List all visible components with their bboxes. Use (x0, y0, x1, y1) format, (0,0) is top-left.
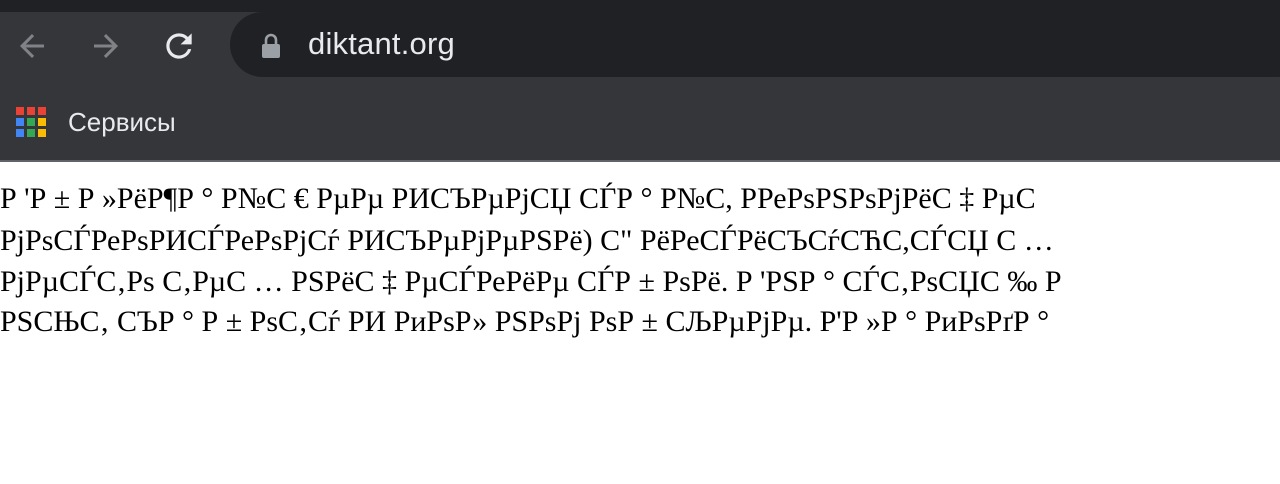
address-bar[interactable]: diktant.org (230, 12, 1280, 77)
tab-strip (0, 0, 1280, 12)
reload-button[interactable] (159, 26, 199, 66)
url-text[interactable]: diktant.org (308, 26, 455, 62)
bookmarks-bar: Сервисы (0, 90, 1280, 158)
garbled-text-line: РјРѕСЃРеРѕРИСЃРеРѕРјСѓ РИСЪРµРјРµРЅРё) С… (0, 224, 1054, 257)
browser-chrome: diktant.org Сервисы (0, 0, 1280, 162)
bookmark-label: Сервисы (68, 106, 176, 137)
apps-grid-icon (14, 105, 48, 139)
arrow-right-icon (94, 34, 118, 58)
lock-icon[interactable] (260, 33, 282, 59)
garbled-text-line: РЅСЊС‚ СЪР ° Р ± РѕС‚Сѓ РИ РиРѕР» РЅРѕРј… (0, 305, 1050, 338)
page-content: Р 'Р ± Р »РёР¶Р ° Р№С € РµРµ РИСЪРµРјСЏ … (0, 162, 1280, 484)
arrow-left-icon (20, 34, 44, 58)
garbled-text-line: Р 'Р ± Р »РёР¶Р ° Р№С € РµРµ РИСЪРµРјСЏ … (0, 182, 1036, 215)
forward-button[interactable] (86, 26, 126, 66)
browser-toolbar: diktant.org (0, 12, 1280, 78)
reload-icon (166, 33, 192, 59)
bookmark-services[interactable]: Сервисы (14, 102, 176, 142)
back-button[interactable] (12, 26, 52, 66)
garbled-text-line: РјРµСЃС‚Рѕ С‚РµС … РЅРёС ‡ РµСЃРеРёРµ СЃ… (0, 265, 1062, 298)
